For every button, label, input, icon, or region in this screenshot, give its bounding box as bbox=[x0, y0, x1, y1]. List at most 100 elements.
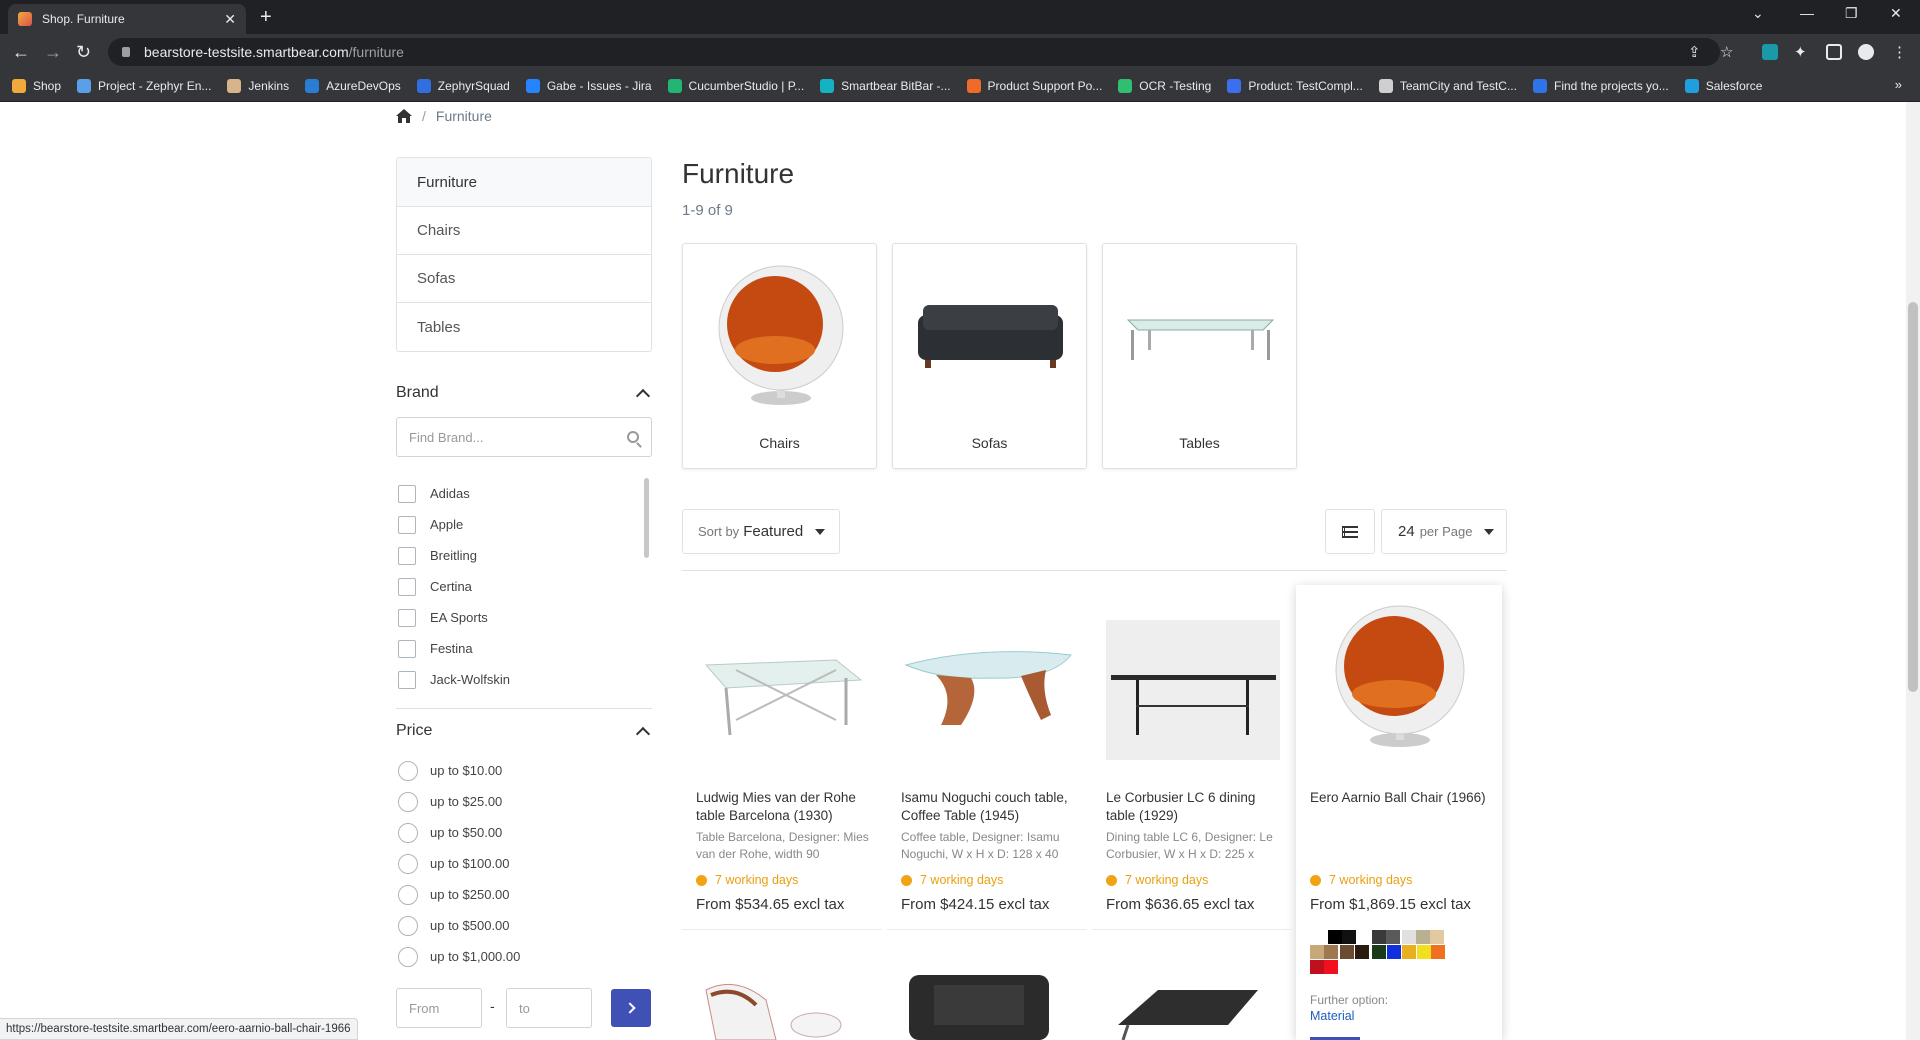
checkbox[interactable] bbox=[398, 546, 416, 565]
color-swatch[interactable] bbox=[1342, 930, 1356, 944]
brand-search-box[interactable] bbox=[396, 417, 652, 457]
radio[interactable] bbox=[398, 760, 418, 781]
bookmark-item[interactable]: ZephyrSquad bbox=[416, 78, 510, 93]
brand-option[interactable]: EA Sports bbox=[398, 602, 652, 633]
product-card-hovered[interactable]: Eero Aarnio Ball Chair (1966) 7 working … bbox=[1296, 585, 1502, 1040]
product-image-partial[interactable] bbox=[904, 970, 1069, 1040]
product-name[interactable]: Ludwig Mies van der Rohe table Barcelona… bbox=[696, 789, 878, 825]
category-item-furniture[interactable]: Furniture bbox=[397, 158, 651, 207]
material-option-link[interactable]: Material bbox=[1310, 1009, 1354, 1023]
brand-list-scrollbar[interactable] bbox=[644, 478, 649, 558]
home-icon[interactable] bbox=[396, 109, 412, 123]
browser-tab[interactable]: Shop. Furniture ✕ bbox=[8, 4, 246, 34]
list-view-button[interactable] bbox=[1325, 509, 1375, 554]
color-swatch[interactable] bbox=[1310, 960, 1324, 974]
product-name[interactable]: Le Corbusier LC 6 dining table (1929) bbox=[1106, 789, 1288, 825]
checkbox[interactable] bbox=[398, 608, 416, 627]
product-name[interactable]: Isamu Noguchi couch table, Coffee Table … bbox=[901, 789, 1083, 825]
category-item-tables[interactable]: Tables bbox=[397, 303, 651, 351]
search-icon[interactable] bbox=[627, 431, 639, 443]
color-swatch[interactable] bbox=[1356, 930, 1370, 944]
checkbox[interactable] bbox=[398, 670, 416, 689]
bookmark-item[interactable]: Salesforce bbox=[1684, 78, 1762, 93]
profile-icon[interactable] bbox=[1858, 44, 1874, 60]
radio[interactable] bbox=[398, 884, 418, 905]
close-window-icon[interactable]: ✕ bbox=[1890, 5, 1902, 22]
color-swatch[interactable] bbox=[1310, 945, 1324, 959]
color-swatch[interactable] bbox=[1387, 945, 1401, 959]
color-swatch[interactable] bbox=[1417, 945, 1431, 959]
color-swatch[interactable] bbox=[1431, 945, 1445, 959]
product-image-partial[interactable] bbox=[696, 970, 861, 1040]
price-facet-header[interactable]: Price bbox=[396, 722, 652, 742]
product-image-partial[interactable] bbox=[1108, 970, 1273, 1040]
color-swatch[interactable] bbox=[1324, 960, 1338, 974]
page-scrollbar[interactable] bbox=[1906, 102, 1920, 1040]
sort-dropdown[interactable]: Sort by Featured bbox=[682, 509, 840, 554]
price-option[interactable]: up to $25.00 bbox=[398, 786, 520, 817]
bookmark-item[interactable]: TeamCity and TestC... bbox=[1378, 78, 1517, 93]
category-item-chairs[interactable]: Chairs bbox=[397, 207, 651, 255]
subcategory-tile-sofas[interactable]: Sofas bbox=[892, 243, 1087, 469]
reload-icon[interactable]: ↻ bbox=[76, 42, 91, 63]
side-panel-icon[interactable] bbox=[1826, 44, 1842, 60]
share-icon[interactable]: ⇪ bbox=[1688, 43, 1701, 61]
bookmark-item[interactable]: CucumberStudio | P... bbox=[667, 78, 804, 93]
bookmark-item[interactable]: Product Support Po... bbox=[966, 78, 1102, 93]
color-swatch[interactable] bbox=[1324, 945, 1338, 959]
checkbox[interactable] bbox=[398, 639, 416, 658]
back-icon[interactable]: ← bbox=[12, 42, 30, 63]
brand-facet-header[interactable]: Brand bbox=[396, 384, 652, 404]
close-tab-icon[interactable]: ✕ bbox=[224, 11, 236, 28]
bookmark-item[interactable]: Find the projects yo... bbox=[1532, 78, 1669, 93]
category-item-sofas[interactable]: Sofas bbox=[397, 255, 651, 303]
price-from-field[interactable] bbox=[396, 988, 482, 1028]
per-page-dropdown[interactable]: 24 per Page bbox=[1381, 509, 1507, 554]
price-option[interactable]: up to $10.00 bbox=[398, 755, 520, 786]
product-card[interactable]: Isamu Noguchi couch table, Coffee Table … bbox=[887, 585, 1092, 930]
checkbox[interactable] bbox=[398, 484, 416, 503]
brand-option[interactable]: Certina bbox=[398, 571, 652, 602]
color-swatch[interactable] bbox=[1430, 930, 1444, 944]
menu-kebab-icon[interactable]: ⋮ bbox=[1892, 43, 1907, 61]
minimize-icon[interactable]: — bbox=[1800, 5, 1814, 21]
color-swatch[interactable] bbox=[1372, 930, 1386, 944]
color-swatch[interactable] bbox=[1372, 945, 1386, 959]
product-card[interactable]: Ludwig Mies van der Rohe table Barcelona… bbox=[682, 585, 887, 930]
address-bar[interactable]: bearstore-testsite.smartbear.com /furnit… bbox=[108, 38, 1720, 66]
radio[interactable] bbox=[398, 853, 418, 874]
brand-search-input[interactable] bbox=[409, 429, 627, 445]
price-option[interactable]: up to $250.00 bbox=[398, 879, 520, 910]
price-option[interactable]: up to $100.00 bbox=[398, 848, 520, 879]
brand-option[interactable]: Adidas bbox=[398, 478, 652, 509]
bookmark-item[interactable]: OCR -Testing bbox=[1118, 78, 1211, 93]
restore-icon[interactable]: ❐ bbox=[1845, 5, 1858, 22]
brand-option[interactable]: Breitling bbox=[398, 540, 652, 571]
price-option[interactable]: up to $1,000.00 bbox=[398, 941, 520, 972]
color-swatch[interactable] bbox=[1402, 930, 1416, 944]
checkbox[interactable] bbox=[398, 577, 416, 596]
bookmark-item[interactable]: AzureDevOps bbox=[305, 78, 401, 93]
color-swatch[interactable] bbox=[1416, 930, 1430, 944]
radio[interactable] bbox=[398, 915, 418, 936]
radio[interactable] bbox=[398, 822, 418, 843]
radio[interactable] bbox=[398, 946, 418, 967]
bookmark-item[interactable]: Shop bbox=[12, 78, 61, 93]
color-swatch[interactable] bbox=[1355, 945, 1369, 959]
brand-option[interactable]: Apple bbox=[398, 509, 652, 540]
extension-icon[interactable] bbox=[1762, 44, 1778, 60]
subcategory-tile-chairs[interactable]: Chairs bbox=[682, 243, 877, 469]
brand-option[interactable]: Festina bbox=[398, 633, 652, 664]
forward-icon[interactable]: → bbox=[44, 42, 62, 63]
price-option[interactable]: up to $50.00 bbox=[398, 817, 520, 848]
extensions-puzzle-icon[interactable]: ✦ bbox=[1794, 43, 1807, 61]
bookmark-item[interactable]: Product: TestCompl... bbox=[1227, 78, 1363, 93]
bookmark-item[interactable]: Jenkins bbox=[227, 78, 289, 93]
bookmark-star-icon[interactable]: ☆ bbox=[1720, 43, 1733, 61]
price-from-input[interactable] bbox=[409, 1000, 469, 1016]
tab-search-icon[interactable]: ⌄ bbox=[1752, 5, 1764, 22]
bookmark-item[interactable]: Project - Zephyr En... bbox=[77, 78, 211, 93]
color-swatch[interactable] bbox=[1340, 945, 1354, 959]
product-card[interactable]: Le Corbusier LC 6 dining table (1929) Di… bbox=[1092, 585, 1297, 930]
checkbox[interactable] bbox=[398, 515, 416, 534]
